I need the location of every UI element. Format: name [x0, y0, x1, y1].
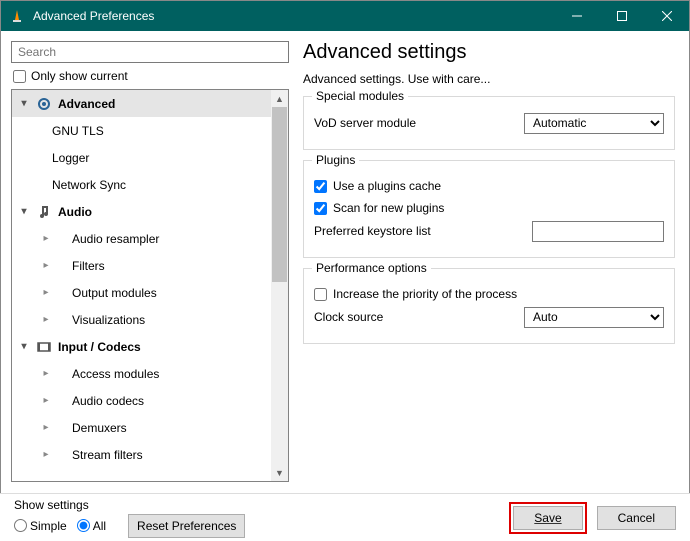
scroll-up-button[interactable]: ▲: [271, 90, 288, 107]
increase-priority-checkbox[interactable]: Increase the priority of the process: [314, 283, 664, 305]
maximize-button[interactable]: [599, 1, 644, 31]
page-description: Advanced settings. Use with care...: [303, 72, 675, 86]
window-title: Advanced Preferences: [33, 9, 554, 23]
keystore-label: Preferred keystore list: [314, 224, 532, 238]
save-button[interactable]: Save: [513, 506, 582, 530]
app-icon: [9, 8, 25, 24]
group-special-modules: Special modules VoD server module Automa…: [303, 96, 675, 150]
chevron-right-icon[interactable]: ▸: [40, 422, 52, 433]
group-performance: Performance options Increase the priorit…: [303, 268, 675, 344]
vod-server-select[interactable]: Automatic: [524, 113, 664, 134]
bottom-bar: Show settings Simple All Reset Preferenc…: [0, 493, 690, 541]
group-title: Plugins: [312, 153, 359, 167]
codec-icon: [34, 337, 54, 357]
plugins-cache-checkbox[interactable]: Use a plugins cache: [314, 175, 664, 197]
tree-item-network-sync[interactable]: Network Sync: [12, 171, 271, 198]
scroll-thumb[interactable]: [272, 107, 287, 282]
tree-item-stream-filters[interactable]: ▸Stream filters: [12, 441, 271, 468]
chevron-right-icon[interactable]: ▸: [40, 395, 52, 406]
cancel-button[interactable]: Cancel: [597, 506, 676, 530]
chevron-right-icon[interactable]: ▸: [40, 314, 52, 325]
tree-item-filters[interactable]: ▸Filters: [12, 252, 271, 279]
tree-item-audio[interactable]: ▾Audio: [12, 198, 271, 225]
close-button[interactable]: [644, 1, 689, 31]
tree-item-demuxers[interactable]: ▸Demuxers: [12, 414, 271, 441]
reset-preferences-button[interactable]: Reset Preferences: [128, 514, 245, 538]
chevron-down-icon[interactable]: ▾: [18, 206, 30, 217]
tree-item-output-modules[interactable]: ▸Output modules: [12, 279, 271, 306]
tree-item-audio-codecs[interactable]: ▸Audio codecs: [12, 387, 271, 414]
keystore-input[interactable]: [532, 221, 664, 242]
minimize-button[interactable]: [554, 1, 599, 31]
vod-server-label: VoD server module: [314, 116, 524, 130]
tree-view: ▾AdvancedGNU TLSLoggerNetwork Sync▾Audio…: [11, 89, 289, 482]
tree-scrollbar[interactable]: ▲ ▼: [271, 90, 288, 481]
mode-all-radio[interactable]: All: [77, 519, 106, 533]
chevron-right-icon[interactable]: ▸: [40, 368, 52, 379]
settings-pane: Advanced settings Advanced settings. Use…: [299, 41, 679, 482]
chevron-right-icon[interactable]: ▸: [40, 449, 52, 460]
group-title: Special modules: [312, 89, 408, 103]
show-settings-label: Show settings: [14, 498, 245, 512]
page-title: Advanced settings: [303, 41, 675, 64]
tree-item-visualizations[interactable]: ▸Visualizations: [12, 306, 271, 333]
chevron-right-icon[interactable]: ▸: [40, 260, 52, 271]
mode-simple-radio[interactable]: Simple: [14, 519, 67, 533]
chevron-right-icon[interactable]: ▸: [40, 233, 52, 244]
group-title: Performance options: [312, 261, 431, 275]
chevron-down-icon[interactable]: ▾: [18, 98, 30, 109]
scan-plugins-checkbox[interactable]: Scan for new plugins: [314, 197, 664, 219]
chevron-down-icon[interactable]: ▾: [18, 341, 30, 352]
tree-item-logger[interactable]: Logger: [12, 144, 271, 171]
tree-item-advanced[interactable]: ▾Advanced: [12, 90, 271, 117]
tree-item-access-modules[interactable]: ▸Access modules: [12, 360, 271, 387]
only-show-current-checkbox[interactable]: Only show current: [11, 67, 289, 85]
tree-item-audio-resampler[interactable]: ▸Audio resampler: [12, 225, 271, 252]
note-icon: [34, 202, 54, 222]
save-button-highlight: Save: [509, 502, 586, 534]
clock-source-label: Clock source: [314, 310, 524, 324]
tree-item-gnu-tls[interactable]: GNU TLS: [12, 117, 271, 144]
search-input[interactable]: [11, 41, 289, 63]
titlebar: Advanced Preferences: [1, 1, 689, 31]
chevron-right-icon[interactable]: ▸: [40, 287, 52, 298]
gear-icon: [34, 94, 54, 114]
scroll-down-button[interactable]: ▼: [271, 464, 288, 481]
left-pane: Only show current ▾AdvancedGNU TLSLogger…: [11, 41, 289, 482]
clock-source-select[interactable]: Auto: [524, 307, 664, 328]
tree-item-input-codecs[interactable]: ▾Input / Codecs: [12, 333, 271, 360]
group-plugins: Plugins Use a plugins cache Scan for new…: [303, 160, 675, 258]
